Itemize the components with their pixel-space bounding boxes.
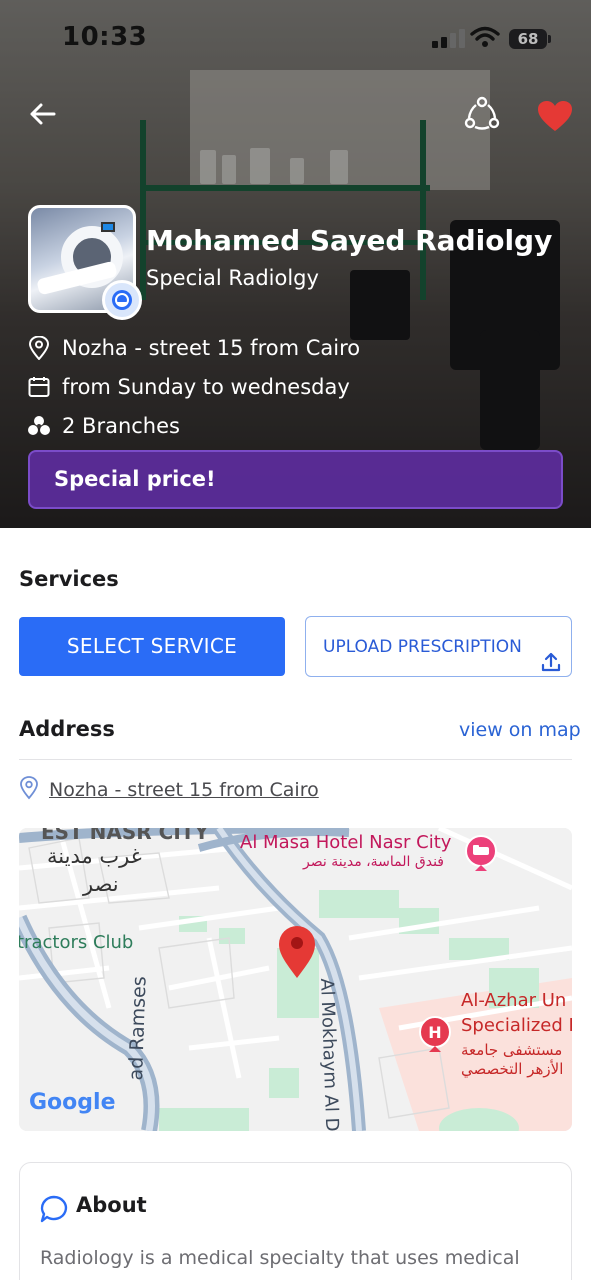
svg-text:H: H: [428, 1023, 441, 1042]
services-title: Services: [19, 567, 119, 591]
about-title: About: [76, 1193, 147, 1217]
address-text: Nozha - street 15 from Cairo: [49, 779, 319, 801]
back-button[interactable]: [24, 96, 60, 132]
map-label-club: tractors Club: [19, 932, 134, 953]
google-logo: Google: [29, 1090, 116, 1115]
address-title: Address: [19, 717, 115, 741]
heart-icon: [538, 101, 572, 131]
about-text: Radiology is a medical specialty that us…: [40, 1247, 520, 1269]
branches-icon: [28, 414, 50, 438]
location-row: Nozha - street 15 from Cairo: [28, 336, 360, 360]
status-time: 10:33: [62, 22, 148, 52]
battery-indicator: 68: [509, 29, 547, 49]
location-pin-icon: [28, 336, 50, 360]
map-label-hospital: Al-Azhar Un: [461, 990, 567, 1011]
cellular-signal-icon: [432, 28, 465, 48]
map-label-hotel-ar: فندق الماسة، مدينة نصر: [303, 854, 444, 870]
map-label-hotel: Al Masa Hotel Nasr City: [240, 832, 452, 853]
arrow-left-icon: [30, 103, 56, 125]
branches-row: 2 Branches: [28, 414, 180, 438]
map-label-hospital-ar: مستشفى جامعة: [461, 1041, 563, 1059]
map-label-hospital-ar-2: الأزهر التخصصي: [461, 1060, 564, 1078]
favorite-button[interactable]: [535, 96, 575, 136]
map-view[interactable]: EST NASR CITY غرب مدينة نصر Al Masa Hote…: [19, 828, 572, 1131]
schedule-text: from Sunday to wednesday: [62, 375, 350, 399]
upload-icon: [541, 637, 561, 697]
map-label-hospital-2: Specialized I: [461, 1015, 572, 1036]
map-label-west-ar-2: نصر: [83, 872, 119, 896]
share-icon: [464, 96, 500, 130]
location-pin-icon: [19, 776, 39, 804]
verified-badge: [102, 280, 142, 320]
google-attribution: Google: [29, 1090, 116, 1115]
map-label-road-ramses: ad Ramses: [125, 975, 151, 1081]
provider-name: Mohamed Sayed Radiolgy: [146, 224, 553, 257]
hotel-pin-icon: [464, 835, 498, 877]
location-marker-icon: [277, 924, 317, 984]
map-label-west-ar: غرب مدينة: [47, 844, 142, 868]
upload-prescription-label: UPLOAD PRESCRIPTION: [323, 637, 522, 657]
address-row[interactable]: Nozha - street 15 from Cairo: [19, 776, 319, 804]
schedule-row: from Sunday to wednesday: [28, 375, 350, 399]
hospital-pin-icon: H: [417, 1016, 453, 1060]
location-text: Nozha - street 15 from Cairo: [62, 336, 361, 360]
about-card: About Radiology is a medical specialty t…: [19, 1162, 572, 1280]
select-service-button[interactable]: SELECT SERVICE: [19, 617, 285, 676]
radiology-badge-icon: [112, 290, 132, 310]
upload-prescription-button[interactable]: UPLOAD PRESCRIPTION: [305, 616, 572, 677]
view-on-map-link[interactable]: view on map: [459, 719, 581, 741]
map-label-district: EST NASR CITY: [41, 828, 209, 844]
chat-bubble-icon: [40, 1195, 68, 1227]
share-button[interactable]: [462, 94, 502, 134]
branches-text: 2 Branches: [62, 414, 180, 438]
status-bar: 10:33 68: [0, 0, 591, 80]
address-divider: [19, 759, 572, 760]
special-price-banner[interactable]: Special price!: [28, 450, 563, 509]
calendar-icon: [28, 375, 50, 399]
provider-category: Special Radiolgy: [146, 266, 319, 290]
wifi-icon: [470, 26, 500, 52]
battery-tip: [548, 35, 551, 43]
